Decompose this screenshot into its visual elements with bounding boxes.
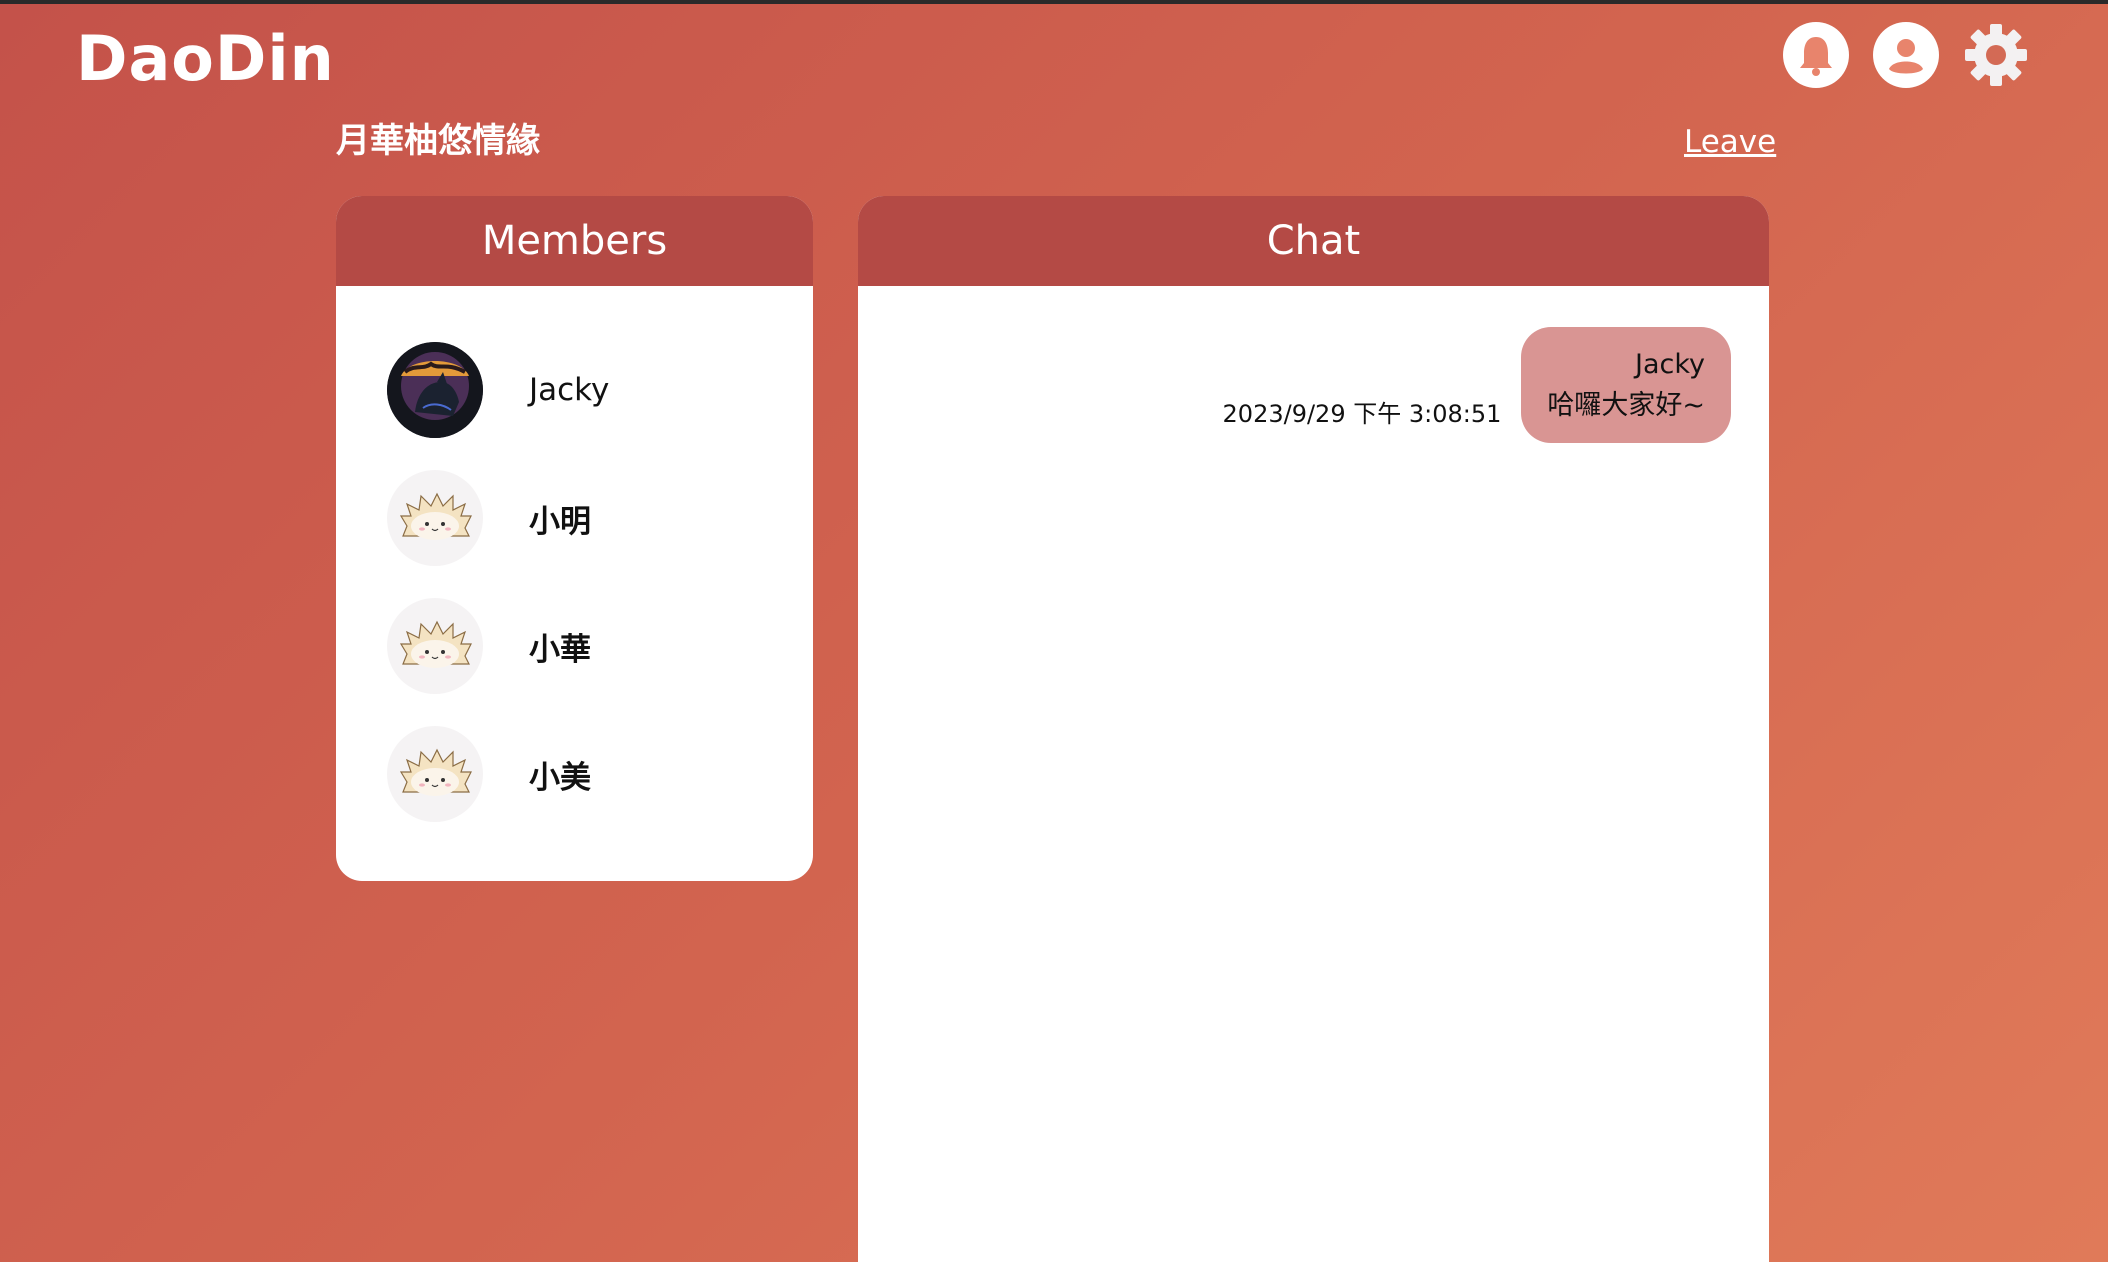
- hedgehog-avatar: [387, 470, 483, 566]
- member-name: 小華: [529, 631, 591, 668]
- member-list: Jacky 小明 小華 小美: [336, 286, 813, 838]
- member-name: 小美: [529, 759, 591, 796]
- message-bubble: Jacky 哈囉大家好~: [1521, 327, 1731, 443]
- user-icon: [1889, 39, 1923, 74]
- profile-button[interactable]: [1873, 22, 1939, 88]
- message-sender: Jacky: [1634, 349, 1705, 380]
- chat-panel: Chat 2023/9/29 下午 3:08:51 Jacky 哈囉大家好~: [858, 196, 1769, 1262]
- header-actions: [1783, 22, 2029, 88]
- room-title: 月華柚悠情緣: [336, 121, 540, 161]
- chat-header: Chat: [858, 196, 1769, 286]
- member-item[interactable]: Jacky: [336, 326, 813, 454]
- leave-link[interactable]: Leave: [1684, 120, 1776, 164]
- notification-button[interactable]: [1783, 22, 1849, 88]
- hedgehog-avatar: [387, 598, 483, 694]
- member-name: Jacky: [529, 372, 610, 408]
- member-name: 小明: [529, 503, 591, 540]
- message-text: 哈囉大家好~: [1547, 390, 1705, 421]
- app-logo[interactable]: DaoDin: [76, 24, 335, 94]
- members-panel: Members Jacky 小明 小華 小美: [336, 196, 813, 881]
- window-top-edge: [0, 0, 2108, 4]
- gear-icon[interactable]: [1963, 22, 2029, 88]
- member-item[interactable]: 小美: [336, 710, 813, 838]
- hedgehog-avatar: [387, 726, 483, 822]
- message-timestamp: 2023/9/29 下午 3:08:51: [1222, 400, 1502, 428]
- bell-icon: [1800, 37, 1832, 76]
- wolf-avatar: [387, 342, 483, 438]
- member-item[interactable]: 小明: [336, 454, 813, 582]
- member-item[interactable]: 小華: [336, 582, 813, 710]
- members-header: Members: [336, 196, 813, 286]
- chat-message: 2023/9/29 下午 3:08:51 Jacky 哈囉大家好~: [1223, 327, 1731, 443]
